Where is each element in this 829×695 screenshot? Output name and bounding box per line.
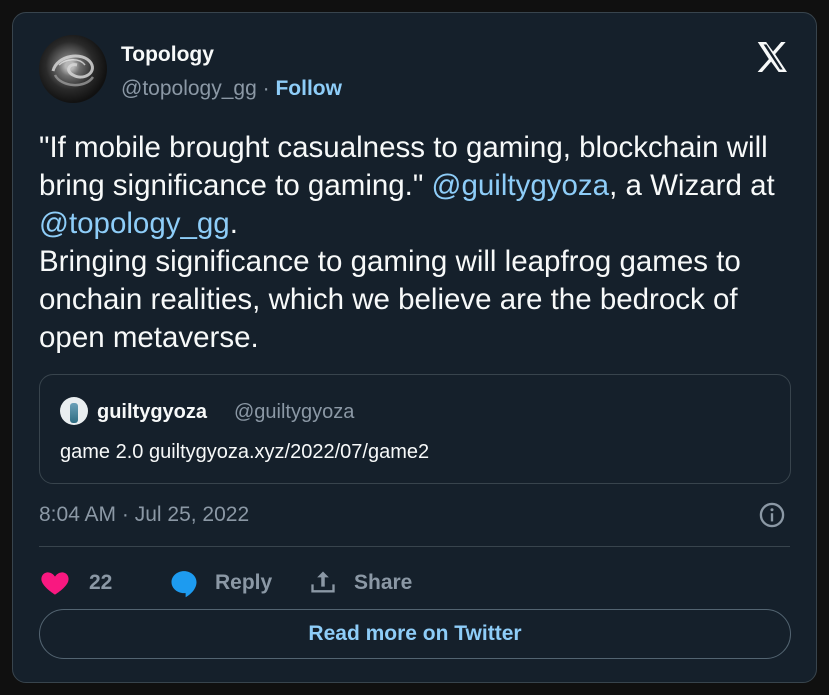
quoted-author-handle: @guiltygyoza [234, 401, 355, 423]
share-label: Share [354, 571, 413, 594]
action-bar: 22 Reply Share [39, 565, 739, 601]
quoted-avatar [60, 397, 88, 425]
separator-dot: · [262, 77, 270, 100]
tweet-text-part2: , a Wizard at [609, 169, 783, 202]
like-count: 22 [89, 571, 113, 594]
author-handle-row: @topology_gg · Follow [121, 77, 342, 101]
divider [39, 546, 790, 547]
author-avatar[interactable] [39, 35, 107, 103]
tweet-card: Topology @topology_gg · Follow "If mobil… [12, 12, 817, 683]
topology-logo-icon [51, 54, 95, 87]
share-button[interactable]: Share [309, 565, 449, 601]
quoted-text: game 2.0 guiltygyoza.xyz/2022/07/game2 [60, 441, 430, 463]
tweet-timestamp[interactable]: 8:04 AM · Jul 25, 2022 [39, 503, 249, 527]
reply-button[interactable]: Reply [169, 565, 309, 601]
mention-topology[interactable]: @topology_gg [39, 207, 230, 240]
follow-link[interactable]: Follow [275, 77, 342, 100]
heart-icon [41, 572, 69, 595]
read-more-button[interactable]: Read more on Twitter [39, 609, 791, 659]
info-icon[interactable] [758, 501, 786, 529]
author-name[interactable]: Topology [121, 43, 214, 67]
mention-guiltygyoza[interactable]: @guiltygyoza [432, 169, 610, 202]
author-handle[interactable]: @topology_gg [121, 77, 257, 100]
reply-label: Reply [215, 571, 273, 594]
tweet-header: Topology @topology_gg · Follow [39, 35, 790, 107]
tweet-text: "If mobile brought casualness to gaming,… [39, 129, 799, 357]
x-logo-icon[interactable] [754, 39, 790, 75]
upload-icon [311, 571, 335, 593]
speech-bubble-icon [171, 571, 197, 598]
quoted-author-name: guiltygyoza [97, 401, 208, 423]
quoted-tweet[interactable]: guiltygyoza @guiltygyoza game 2.0 guilty… [39, 374, 791, 484]
like-button[interactable]: 22 [39, 565, 139, 601]
